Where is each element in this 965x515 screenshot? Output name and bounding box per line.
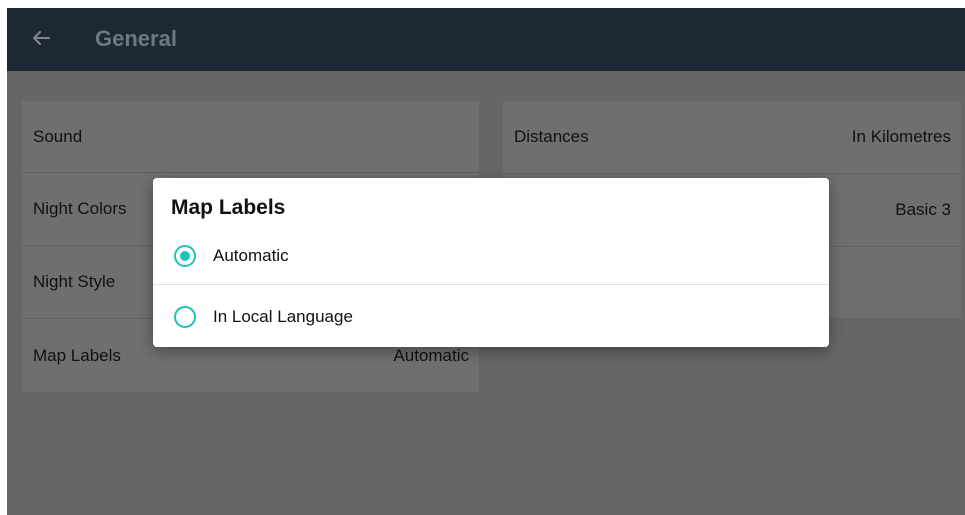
setting-row-sound[interactable]: Sound — [22, 101, 479, 173]
setting-value: In Kilometres — [851, 127, 951, 146]
dialog-title: Map Labels — [171, 196, 286, 219]
arrow-left-icon[interactable] — [29, 26, 53, 50]
map-labels-dialog: Map Labels Automatic In Local Language — [153, 178, 829, 347]
radio-unselected-icon[interactable] — [174, 306, 196, 328]
setting-label: Night Style — [33, 272, 116, 291]
option-divider — [153, 284, 829, 285]
setting-value: Automatic — [393, 345, 469, 365]
app-bar: General — [7, 8, 965, 71]
option-automatic[interactable]: Automatic — [153, 230, 829, 282]
setting-label: Night Colors — [33, 199, 127, 218]
setting-label: Sound — [33, 126, 83, 146]
setting-value: Basic 3 — [895, 200, 951, 219]
setting-row-distances[interactable]: Distances In Kilometres — [503, 101, 961, 174]
settings-screen: General Sound Night Colors Night Style M… — [7, 8, 965, 515]
setting-label: Distances — [514, 127, 589, 146]
setting-label: Map Labels — [33, 345, 121, 365]
option-label: Automatic — [213, 246, 289, 265]
radio-selected-icon[interactable] — [174, 245, 196, 267]
page-title: General — [95, 26, 177, 51]
radio-dot — [180, 251, 190, 261]
option-label: In Local Language — [213, 307, 353, 326]
option-in-local-language[interactable]: In Local Language — [153, 291, 829, 343]
